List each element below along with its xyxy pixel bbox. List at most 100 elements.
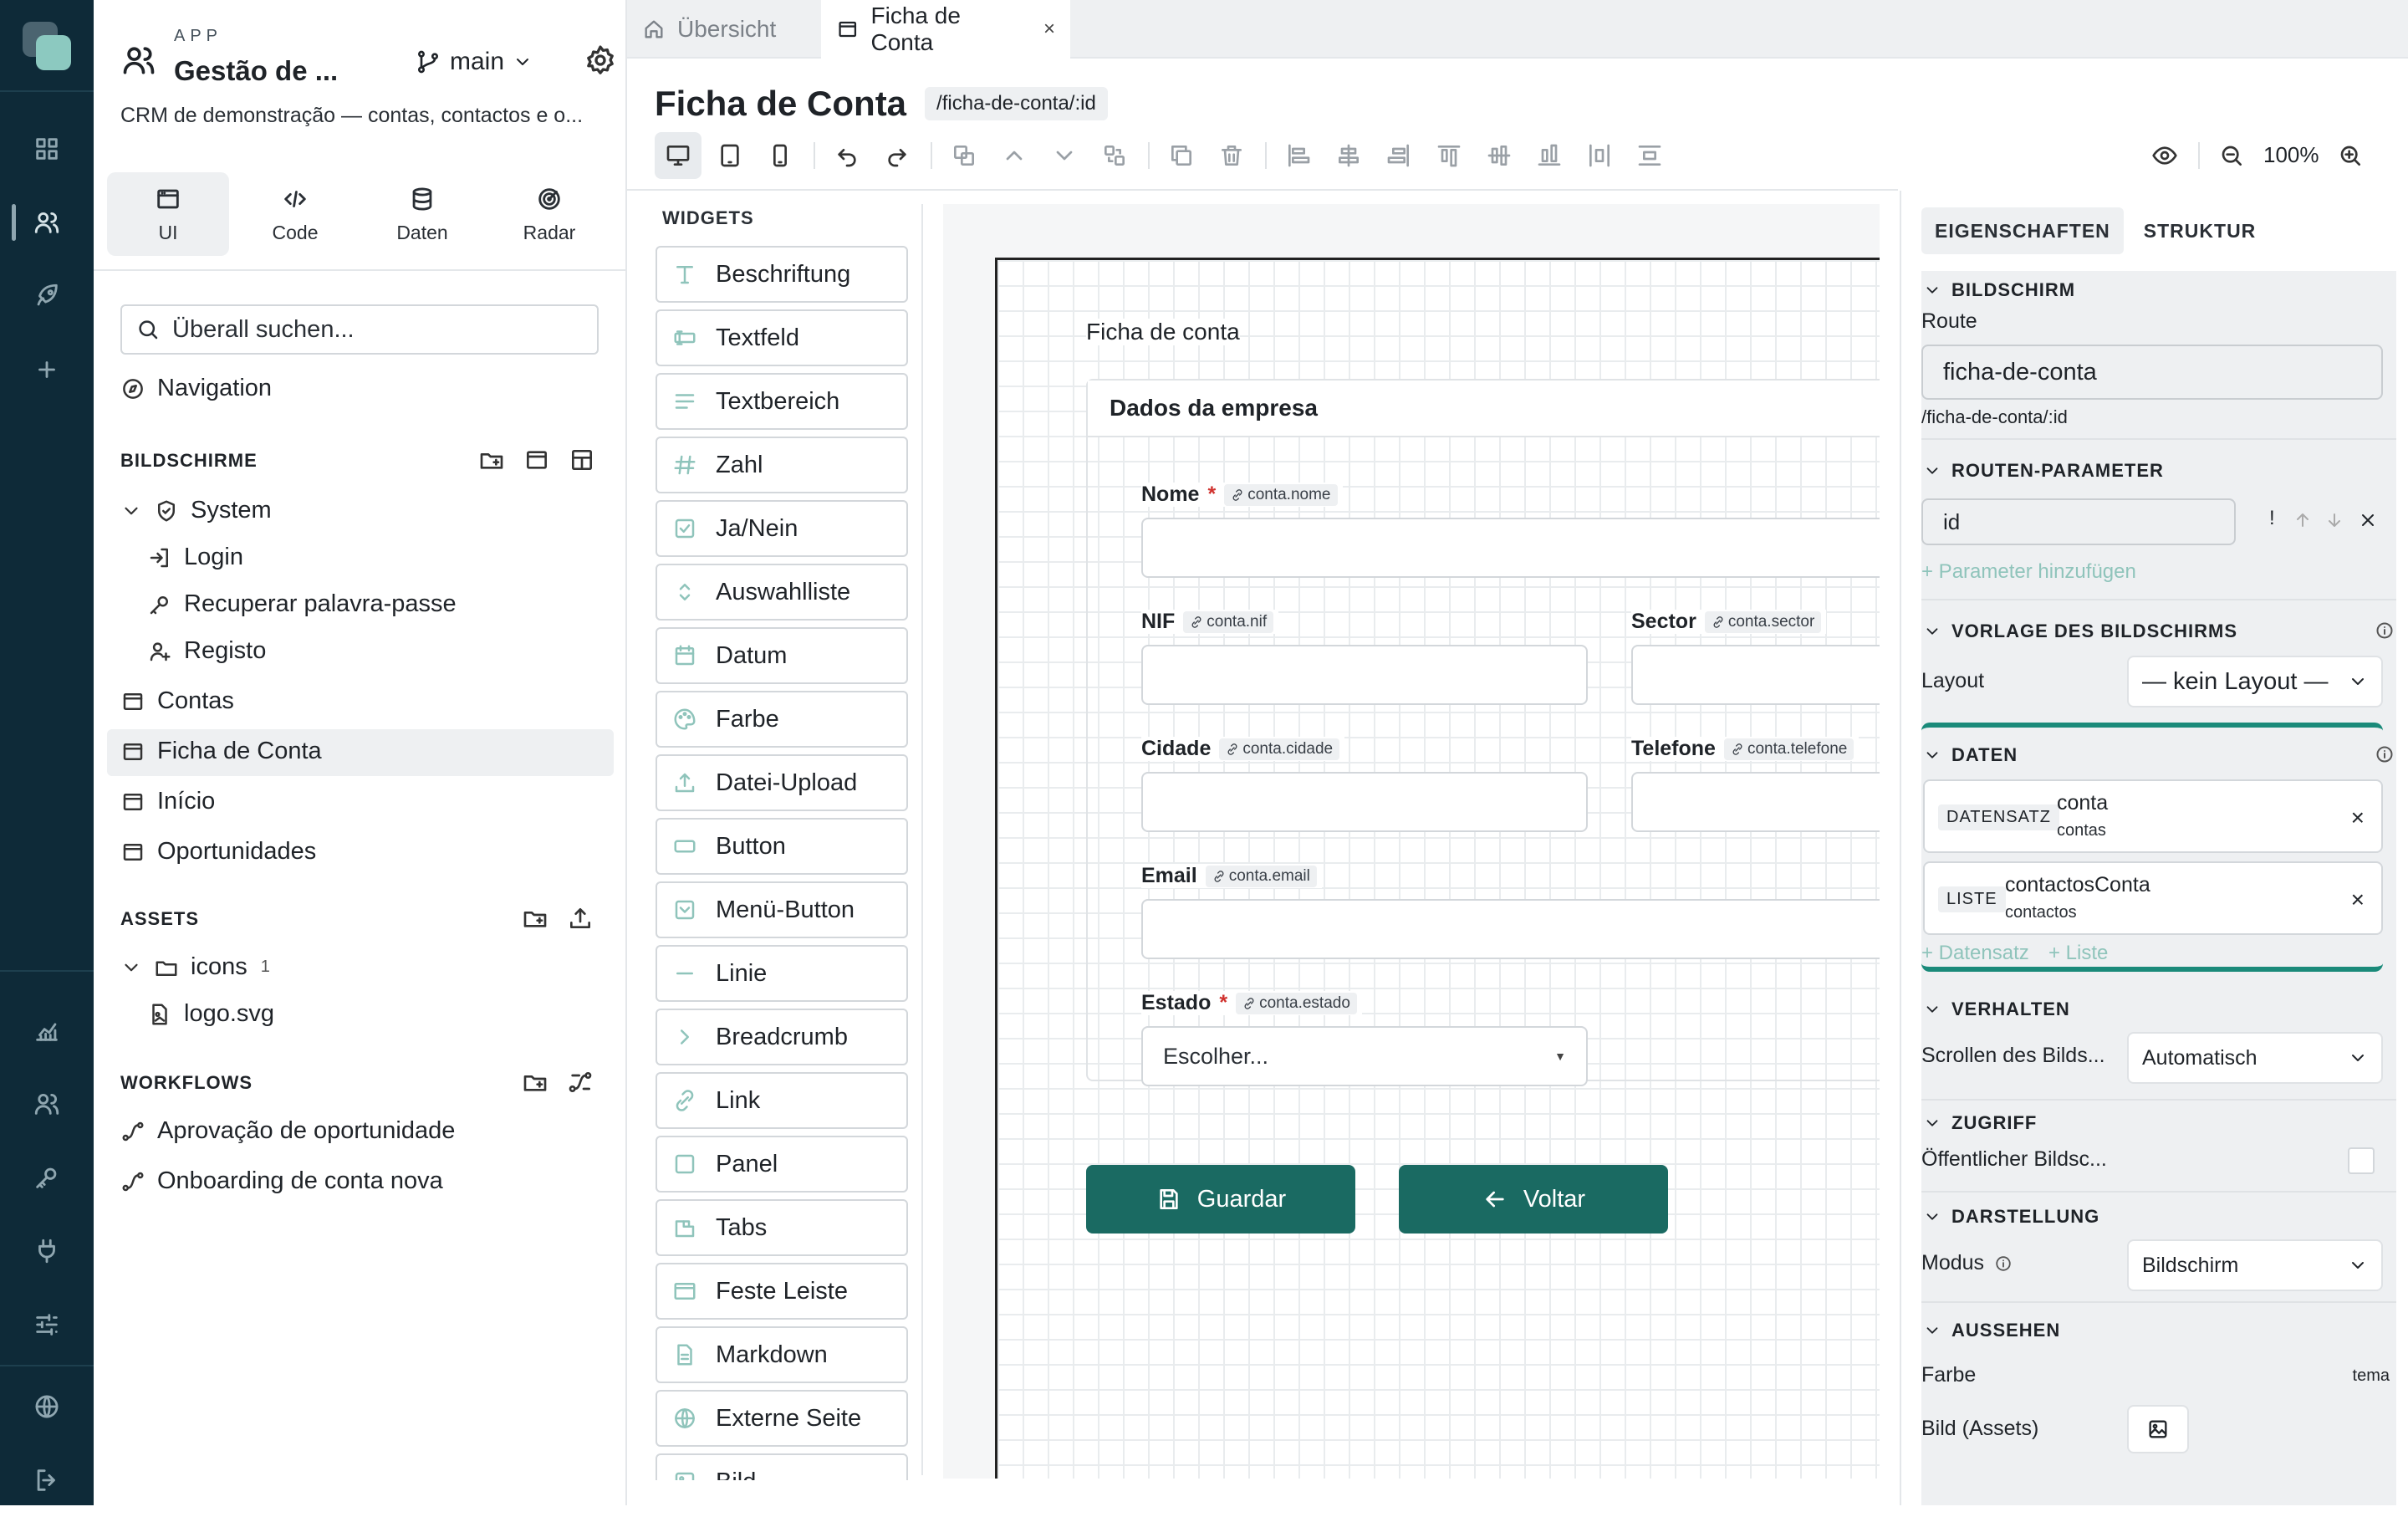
- nif-input[interactable]: [1141, 645, 1588, 705]
- rail-dashboard-button[interactable]: [0, 112, 94, 186]
- widget-image[interactable]: Bild: [656, 1453, 908, 1480]
- telefone-input[interactable]: [1631, 772, 1880, 832]
- rail-language-button[interactable]: [0, 1370, 94, 1443]
- branch-selector[interactable]: main: [415, 43, 533, 80]
- image-picker-button[interactable]: [2127, 1405, 2189, 1453]
- section-behavior[interactable]: VERHALTEN: [1921, 999, 2396, 1020]
- canvas-screen-heading[interactable]: Ficha de conta: [1086, 319, 1240, 345]
- widget-textarea[interactable]: Textbereich: [656, 373, 908, 430]
- tree-folder-system[interactable]: System: [120, 497, 272, 524]
- widget-select[interactable]: Auswahlliste: [656, 564, 908, 621]
- nome-input[interactable]: [1141, 518, 1880, 578]
- rail-settings-button[interactable]: [0, 1288, 94, 1361]
- param-required-toggle[interactable]: !: [2269, 507, 2275, 530]
- section-route-params[interactable]: ROUTEN-PARAMETER: [1921, 460, 2396, 482]
- navigation-item[interactable]: Navigation: [120, 375, 272, 402]
- widget-markdown[interactable]: Markdown: [656, 1326, 908, 1383]
- tree-item-inicio[interactable]: Início: [120, 788, 215, 815]
- info-icon[interactable]: [2375, 621, 2395, 641]
- widget-textfield[interactable]: Textfeld: [656, 309, 908, 366]
- info-icon[interactable]: [1994, 1254, 2013, 1273]
- new-folder-icon[interactable]: [478, 447, 505, 473]
- new-screen-icon[interactable]: [523, 447, 550, 473]
- align-right-button[interactable]: [1375, 132, 1422, 179]
- widget-date[interactable]: Datum: [656, 627, 908, 684]
- redo-button[interactable]: [874, 132, 921, 179]
- widget-label[interactable]: Beschriftung: [656, 246, 908, 303]
- widget-breadcrumb[interactable]: Breadcrumb: [656, 1009, 908, 1065]
- widget-tabs[interactable]: Tabs: [656, 1199, 908, 1256]
- new-workflow-icon[interactable]: [567, 1069, 594, 1096]
- tab-overview[interactable]: Übersicht: [627, 0, 814, 59]
- back-button[interactable]: Voltar: [1399, 1165, 1668, 1234]
- desktop-view-button[interactable]: [655, 132, 701, 179]
- workflow-item-approval[interactable]: Aprovação de oportunidade: [120, 1117, 455, 1145]
- upload-icon[interactable]: [567, 905, 594, 932]
- estado-select[interactable]: Escolher... ▼: [1141, 1026, 1588, 1086]
- rail-deploy-button[interactable]: [0, 259, 94, 333]
- widget-number[interactable]: Zahl: [656, 437, 908, 493]
- workflow-item-onboarding[interactable]: Onboarding de conta nova: [120, 1167, 443, 1195]
- mode-code[interactable]: Code: [234, 172, 356, 256]
- tree-item-register[interactable]: Registo: [147, 637, 266, 665]
- new-folder-icon[interactable]: [522, 905, 548, 932]
- section-screen[interactable]: BILDSCHIRM: [1921, 279, 2396, 301]
- rail-keys-button[interactable]: [0, 1141, 94, 1214]
- ungroup-button[interactable]: [1091, 132, 1138, 179]
- distribute-v-button[interactable]: [1626, 132, 1673, 179]
- widget-file-upload[interactable]: Datei-Upload: [656, 754, 908, 811]
- rail-logout-button[interactable]: [0, 1443, 94, 1517]
- widget-checkbox[interactable]: Ja/Nein: [656, 500, 908, 557]
- add-param-link[interactable]: + Parameter hinzufügen: [1921, 560, 2136, 584]
- remove-data-source-button[interactable]: ×: [2351, 886, 2365, 913]
- widget-panel[interactable]: Panel: [656, 1136, 908, 1193]
- tree-folder-icons[interactable]: icons 1: [120, 953, 270, 981]
- tree-item-logo-svg[interactable]: logo.svg: [147, 1000, 274, 1028]
- widget-button[interactable]: Button: [656, 818, 908, 875]
- undo-button[interactable]: [824, 132, 870, 179]
- align-center-h-button[interactable]: [1325, 132, 1372, 179]
- distribute-h-button[interactable]: [1576, 132, 1623, 179]
- tree-item-ficha-de-conta[interactable]: Ficha de Conta: [120, 738, 322, 765]
- tree-item-password-recovery[interactable]: Recuperar palavra-passe: [147, 590, 457, 618]
- duplicate-button[interactable]: [1158, 132, 1205, 179]
- tree-item-login[interactable]: Login: [147, 544, 243, 571]
- move-up-button[interactable]: [991, 132, 1038, 179]
- screen-frame[interactable]: Ficha de conta Dados da empresa Nome * c…: [995, 258, 1880, 1479]
- align-bottom-button[interactable]: [1526, 132, 1573, 179]
- layout-select[interactable]: — kein Layout —: [2127, 656, 2383, 707]
- wrap-button[interactable]: [941, 132, 987, 179]
- tree-item-oportunidades[interactable]: Oportunidades: [120, 838, 316, 866]
- rail-plugins-button[interactable]: [0, 1214, 94, 1288]
- app-logo[interactable]: [23, 22, 71, 70]
- section-display[interactable]: DARSTELLUNG: [1921, 1206, 2396, 1228]
- section-screen-template[interactable]: VORLAGE DES BILDSCHIRMS: [1921, 621, 2396, 642]
- widget-color[interactable]: Farbe: [656, 691, 908, 748]
- color-value[interactable]: tema: [2353, 1366, 2390, 1386]
- delete-button[interactable]: [1208, 132, 1255, 179]
- data-source-card[interactable]: DATENSATZ conta contas ×: [1923, 779, 2383, 853]
- scroll-select[interactable]: Automatisch: [2127, 1032, 2383, 1084]
- align-left-button[interactable]: [1275, 132, 1322, 179]
- close-icon[interactable]: [2358, 510, 2378, 530]
- remove-data-source-button[interactable]: ×: [2351, 804, 2365, 831]
- mobile-view-button[interactable]: [757, 132, 804, 179]
- public-screen-checkbox[interactable]: [2348, 1147, 2375, 1174]
- widget-link[interactable]: Link: [656, 1072, 908, 1129]
- arrow-up-icon[interactable]: [2293, 510, 2313, 530]
- zoom-in-button[interactable]: [2327, 132, 2374, 179]
- arrow-down-icon[interactable]: [2324, 510, 2344, 530]
- tree-item-contas[interactable]: Contas: [120, 687, 234, 715]
- widget-line[interactable]: Linie: [656, 945, 908, 1002]
- align-top-button[interactable]: [1426, 132, 1472, 179]
- tablet-view-button[interactable]: [707, 132, 753, 179]
- section-access[interactable]: ZUGRIFF: [1921, 1112, 2396, 1134]
- rail-team-button[interactable]: [0, 1067, 94, 1141]
- tab-properties[interactable]: EIGENSCHAFTEN: [1921, 207, 2124, 254]
- add-list-link[interactable]: + Liste: [2048, 942, 2108, 965]
- align-center-v-button[interactable]: [1476, 132, 1523, 179]
- widget-menu-button[interactable]: Menü-Button: [656, 881, 908, 938]
- save-button[interactable]: Guardar: [1086, 1165, 1355, 1234]
- data-source-card[interactable]: LISTE contactosConta contactos ×: [1923, 861, 2383, 935]
- cidade-input[interactable]: [1141, 772, 1588, 832]
